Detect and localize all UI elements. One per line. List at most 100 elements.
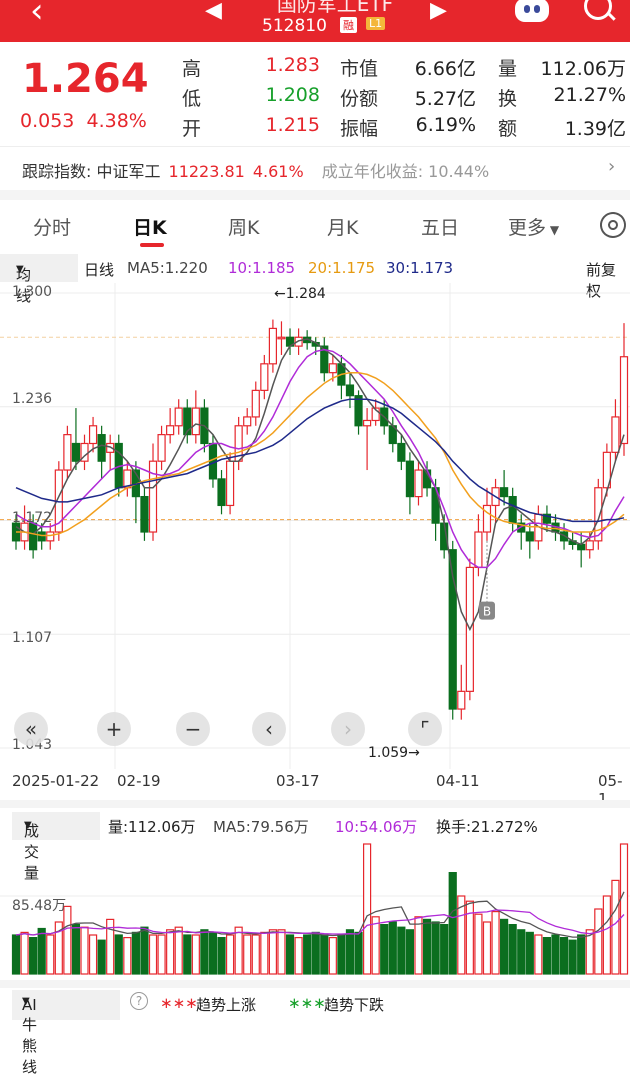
candle: [474, 531, 483, 569]
volume-bar: [97, 939, 106, 975]
candle: [525, 531, 534, 542]
ma5-label: MA5:1.220: [127, 259, 208, 277]
volume-chart[interactable]: [0, 840, 630, 976]
candle: [619, 356, 629, 445]
volume-bar: [208, 931, 218, 975]
candle: [217, 478, 226, 507]
candle: [508, 495, 517, 524]
volume-bar: [46, 934, 55, 975]
fullscreen-icon[interactable]: ⌜: [408, 712, 442, 746]
volume-bar: [123, 936, 132, 975]
volume-bar: [431, 921, 440, 975]
volume-bar: [37, 927, 46, 975]
volume-value: 量:112.06万: [108, 818, 196, 836]
volume-bar: [260, 931, 269, 975]
tab-more[interactable]: 更多 ▼: [508, 213, 559, 240]
volume-bar: [157, 934, 166, 975]
volume-bar: [482, 921, 492, 975]
next-stock-icon[interactable]: ▶: [430, 0, 447, 23]
volume-bar: [542, 936, 552, 975]
prev-stock-icon[interactable]: ◀: [205, 0, 222, 23]
shares-label: 份额: [340, 88, 379, 110]
candlestick-chart[interactable]: B: [0, 283, 630, 769]
trend-down-label: 趋势下跌: [324, 996, 385, 1014]
candle: [46, 531, 55, 542]
ma20-line: [16, 371, 625, 537]
volume-bar: [337, 934, 346, 975]
help-icon[interactable]: ?: [130, 992, 148, 1010]
volume-bar: [525, 931, 534, 975]
high-annotation: ←1.284: [274, 286, 326, 302]
candle: [71, 442, 81, 462]
active-tab-indicator: [140, 243, 164, 247]
candle: [97, 434, 106, 462]
low-annotation: 1.059→: [368, 745, 420, 761]
tab-monthly-k[interactable]: 月K: [327, 213, 358, 240]
volume-bar: [131, 931, 140, 975]
volume-bar: [405, 929, 415, 975]
tab-five-day[interactable]: 五日: [421, 213, 459, 240]
candle: [354, 395, 363, 427]
zoom-in-icon[interactable]: +: [97, 712, 131, 746]
volume-bar: [500, 918, 509, 975]
x-tick-label: 04-11: [436, 772, 480, 790]
volume-bar: [11, 934, 21, 975]
scroll-right-icon[interactable]: ›: [331, 712, 365, 746]
scroll-left-icon[interactable]: ‹: [252, 712, 286, 746]
section-gap: [0, 800, 630, 808]
y-tick-label: 1.107: [12, 630, 53, 646]
volume-bar: [371, 916, 380, 975]
turn-value: 21.27%: [553, 84, 626, 106]
volume-bar: [217, 936, 226, 975]
volume-ma5: MA5:79.56万: [213, 818, 309, 836]
assistant-bot-icon[interactable]: [515, 0, 549, 22]
volume-bar: [20, 931, 29, 975]
candle: [482, 504, 492, 533]
candle: [611, 416, 620, 453]
level-badge: L1: [366, 17, 386, 30]
volume-bar: [465, 900, 474, 975]
volume-bar: [140, 926, 149, 975]
volume-bar: [474, 913, 483, 975]
volume-bar: [551, 934, 560, 975]
zoom-out-icon[interactable]: −: [176, 712, 210, 746]
volume-ma10: 10:54.06万: [335, 818, 418, 836]
ma30-line: [15, 398, 625, 523]
candle: [140, 495, 149, 533]
amt-label: 额: [498, 118, 518, 140]
volume-bar: [328, 936, 337, 975]
volume-bar: [448, 871, 457, 975]
trend-down-marker-icon: ∗∗∗: [288, 994, 326, 1012]
zoom-out-full-icon[interactable]: «: [14, 712, 48, 746]
current-price: 1.264: [22, 56, 149, 102]
candle: [585, 540, 594, 551]
back-arrow-icon[interactable]: ‹: [30, 0, 44, 28]
chevron-right-icon[interactable]: ›: [608, 156, 615, 177]
low-label: 低: [182, 88, 202, 110]
volume-bar: [440, 923, 449, 975]
turnover-value: 换手:21.272%: [436, 818, 538, 836]
volume-bar: [397, 926, 406, 975]
caret-down-icon: ▼: [546, 223, 560, 237]
volume-bar: [602, 895, 611, 975]
search-icon[interactable]: [584, 0, 612, 20]
volume-bar: [414, 916, 423, 975]
period-tabs: 分时 日K 周K 月K 五日 更多 ▼: [0, 205, 630, 249]
x-tick-label: 03-17: [276, 772, 320, 790]
tab-intraday[interactable]: 分时: [33, 213, 71, 240]
candle: [29, 522, 38, 551]
tab-daily-k[interactable]: 日K: [133, 213, 167, 240]
volume-bar: [80, 926, 89, 975]
volume-bar: [234, 926, 243, 975]
turn-label: 换: [498, 88, 518, 110]
candle: [362, 419, 372, 427]
stock-name: 国防军工ETF: [276, 0, 394, 16]
volume-bar: [388, 921, 397, 975]
volume-bar: [380, 923, 389, 975]
volume-bar: [114, 934, 123, 975]
candle: [328, 363, 337, 374]
tab-weekly-k[interactable]: 周K: [228, 213, 259, 240]
volume-bar: [534, 934, 543, 975]
tracking-index-row[interactable]: 跟踪指数: 中证军工 11223.81 4.61% 成立年化收益: 10.44%: [22, 158, 489, 182]
volume-bar: [63, 905, 72, 975]
